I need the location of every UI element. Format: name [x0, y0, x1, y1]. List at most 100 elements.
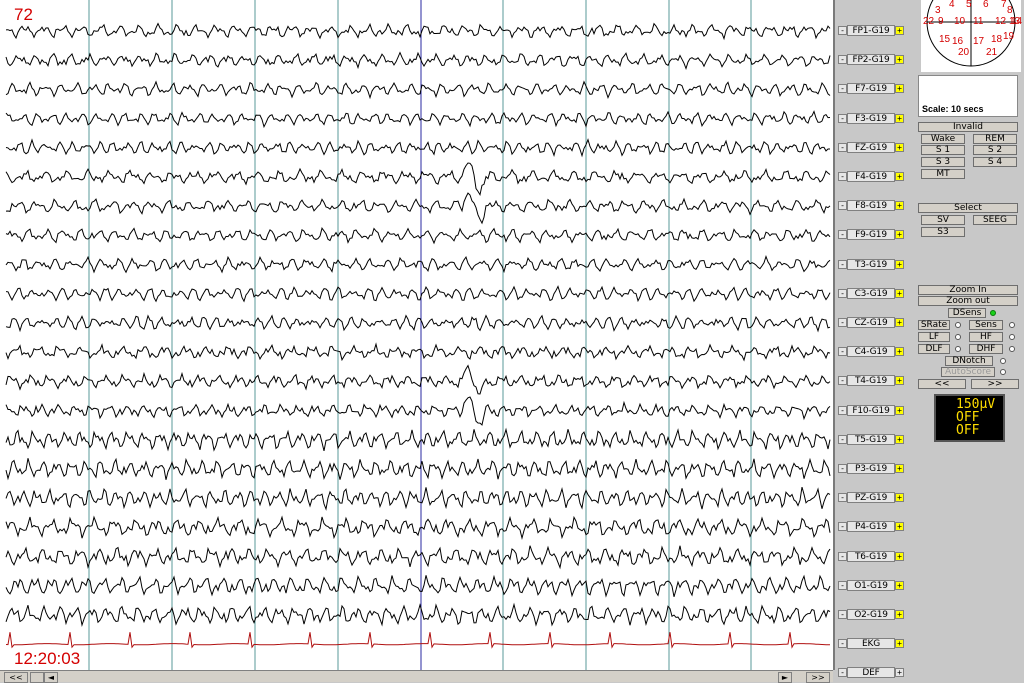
electrode-label[interactable]: 18 [991, 35, 1002, 45]
channel-label[interactable]: O1-G19 [847, 579, 895, 591]
channel-decrease-button[interactable]: - [838, 464, 847, 473]
channel-increase-button[interactable]: + [895, 84, 904, 94]
channel-decrease-button[interactable]: - [838, 347, 847, 357]
channel-label[interactable]: C3-G19 [847, 287, 895, 299]
electrode-label[interactable]: 8 [1007, 6, 1013, 16]
electrode-label[interactable]: 5 [966, 0, 972, 10]
electrode-label[interactable]: 11 [973, 17, 983, 27]
channel-label[interactable]: FP2-G19 [847, 54, 895, 66]
channel-decrease-button[interactable]: - [838, 580, 847, 590]
prev-page-button[interactable]: << [918, 379, 966, 389]
dhf-button[interactable]: DHF [969, 344, 1003, 354]
channel-decrease-button[interactable]: - [838, 610, 847, 619]
eeg-trace-panel[interactable]: 72 12:20:03 [0, 0, 835, 670]
channel-decrease-button[interactable]: - [838, 288, 847, 298]
mt-button[interactable]: MT [921, 169, 965, 179]
scroll-left-button[interactable]: ◄ [44, 672, 58, 683]
channel-increase-button[interactable]: + [895, 113, 904, 123]
dnotch-radio[interactable] [1000, 358, 1006, 364]
autoscore-button[interactable]: AutoScore [941, 367, 995, 377]
channel-increase-button[interactable]: + [895, 464, 904, 473]
electrode-label[interactable]: 6 [983, 0, 989, 10]
channel-increase-button[interactable]: + [895, 551, 904, 561]
channel-increase-button[interactable]: + [895, 26, 904, 35]
channel-increase-button[interactable]: + [895, 288, 904, 298]
channel-increase-button[interactable]: + [895, 259, 904, 269]
channel-decrease-button[interactable]: - [838, 142, 847, 152]
autoscore-radio[interactable] [1000, 369, 1006, 375]
sens-button[interactable]: Sens [969, 320, 1003, 330]
channel-label[interactable]: FZ-G19 [847, 141, 895, 153]
next-page-button[interactable]: >> [971, 379, 1019, 389]
channel-label[interactable]: F10-G19 [847, 404, 895, 416]
electrode-label[interactable]: 3 [935, 6, 941, 16]
channel-increase-button[interactable]: + [895, 347, 904, 357]
rem-button[interactable]: REM [973, 134, 1017, 144]
channel-decrease-button[interactable]: - [838, 318, 847, 327]
electrode-label[interactable]: 15 [939, 35, 950, 45]
channel-label[interactable]: T3-G19 [847, 258, 895, 270]
scroll-start-button[interactable]: << [4, 672, 28, 683]
channel-decrease-button[interactable]: - [838, 376, 847, 386]
wake-button[interactable]: Wake [921, 134, 965, 144]
channel-decrease-button[interactable]: - [838, 230, 847, 240]
channel-decrease-button[interactable]: - [838, 405, 847, 415]
channel-decrease-button[interactable]: - [838, 55, 847, 65]
invalid-button[interactable]: Invalid [918, 122, 1018, 132]
channel-increase-button[interactable]: + [895, 230, 904, 240]
electrode-label[interactable]: 19 [1003, 32, 1014, 42]
channel-decrease-button[interactable]: - [838, 113, 847, 123]
zoom-out-button[interactable]: Zoom out [918, 296, 1018, 306]
channel-label[interactable]: T4-G19 [847, 375, 895, 387]
hf-radio[interactable] [1009, 334, 1015, 340]
electrode-label[interactable]: 4 [949, 0, 955, 10]
electrode-label[interactable]: 16 [952, 37, 963, 47]
channel-decrease-button[interactable]: - [838, 522, 847, 532]
channel-decrease-button[interactable]: - [838, 493, 847, 503]
channel-label[interactable]: F4-G19 [847, 171, 895, 182]
dsens-radio[interactable] [990, 310, 996, 316]
electrode-label[interactable]: 21 [986, 48, 997, 58]
channel-label[interactable]: PZ-G19 [847, 492, 895, 504]
electrode-label[interactable]: 10 [954, 17, 965, 27]
channel-decrease-button[interactable]: - [838, 172, 847, 181]
channel-label[interactable]: O2-G19 [847, 609, 895, 620]
hf-button[interactable]: HF [969, 332, 1003, 342]
channel-increase-button[interactable]: + [895, 668, 904, 678]
channel-label[interactable]: C4-G19 [847, 346, 895, 358]
s3-button[interactable]: S3 [921, 227, 965, 237]
channel-label[interactable]: F3-G19 [847, 112, 895, 124]
channel-decrease-button[interactable]: - [838, 84, 847, 94]
channel-increase-button[interactable]: + [895, 493, 904, 503]
electrode-label[interactable]: 22 [923, 17, 934, 27]
channel-label[interactable]: F7-G19 [847, 83, 895, 95]
dlf-radio[interactable] [955, 346, 961, 352]
channel-increase-button[interactable]: + [895, 142, 904, 152]
channel-increase-button[interactable]: + [895, 172, 904, 181]
stage-s1-button[interactable]: S 1 [921, 145, 965, 155]
scroll-right-button[interactable]: ► [778, 672, 792, 683]
dlf-button[interactable]: DLF [918, 344, 950, 354]
stage-s2-button[interactable]: S 2 [973, 145, 1017, 155]
electrode-label[interactable]: 7 [1001, 0, 1007, 10]
lf-button[interactable]: LF [918, 332, 950, 342]
channel-label[interactable]: EKG [847, 638, 895, 650]
zoom-in-button[interactable]: Zoom In [918, 285, 1018, 295]
scroll-end-button[interactable]: >> [806, 672, 830, 683]
channel-increase-button[interactable]: + [895, 318, 904, 327]
channel-label[interactable]: F8-G19 [847, 200, 895, 212]
electrode-label[interactable]: 20 [958, 48, 969, 58]
channel-increase-button[interactable]: + [895, 434, 904, 444]
select-button[interactable]: Select [918, 203, 1018, 213]
channel-decrease-button[interactable]: - [838, 639, 847, 649]
electrode-label[interactable]: 14 [1011, 17, 1022, 27]
srate-button[interactable]: SRate [918, 320, 950, 330]
electrode-label[interactable]: 9 [938, 17, 944, 27]
horizontal-scrollbar[interactable]: << ◄ ► >> [0, 670, 833, 683]
electrode-label[interactable]: 17 [973, 37, 984, 47]
channel-label[interactable]: FP1-G19 [847, 25, 895, 36]
channel-decrease-button[interactable]: - [838, 259, 847, 269]
channel-increase-button[interactable]: + [895, 376, 904, 386]
channel-label[interactable]: F9-G19 [847, 229, 895, 241]
seeg-button[interactable]: SEEG [973, 215, 1017, 225]
